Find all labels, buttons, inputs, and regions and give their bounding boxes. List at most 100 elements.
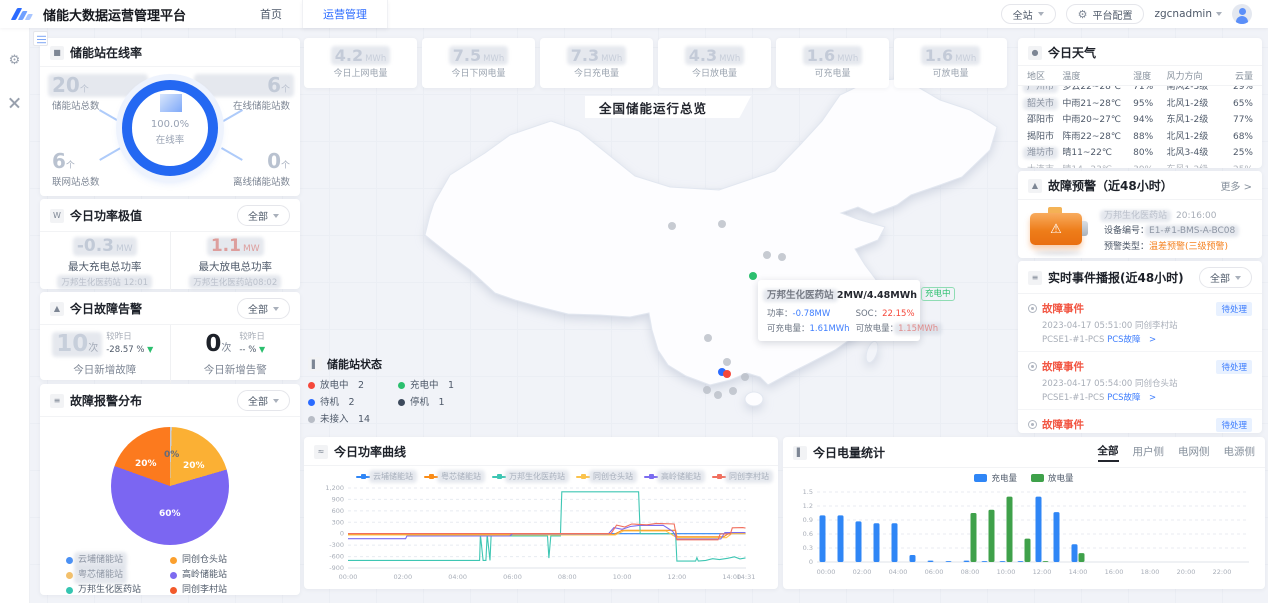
charge-bar[interactable] xyxy=(964,561,970,562)
pending-badge[interactable]: 待处理 xyxy=(1216,360,1252,374)
svg-text:06:00: 06:00 xyxy=(925,568,944,576)
power-curve-chart[interactable]: 1,2009006003000-300-600-90000:0002:0004:… xyxy=(310,482,772,586)
curve-legend-item[interactable]: 万邦生化医药站 xyxy=(492,471,565,482)
charge-bar[interactable] xyxy=(1054,512,1060,562)
status-legend-item: 放电中 2 xyxy=(308,377,398,394)
station-dot-gray[interactable] xyxy=(718,220,726,228)
more-link[interactable]: 更多 > xyxy=(1220,178,1252,193)
discharge-bar[interactable] xyxy=(1007,497,1013,562)
bar-legend-item[interactable]: 充电量 xyxy=(974,472,1017,484)
pie-legend-item[interactable]: 高岭储能站 xyxy=(170,568,274,583)
gauge-label: 在线率 xyxy=(156,132,185,146)
station-dot-gray[interactable] xyxy=(703,386,711,394)
curve-legend-item[interactable]: 高岭储能站 xyxy=(644,471,701,482)
gear-icon: ⚙ xyxy=(1078,9,1088,20)
fault-distribution-panel: ≡ 故障报警分布 全部 20%0%20%60% 云埔储能站同创仓头站粤芯储能站高… xyxy=(40,384,300,595)
bar-legend-item[interactable]: 放电量 xyxy=(1031,472,1074,484)
station-dot-red[interactable] xyxy=(723,370,731,378)
station-dot-gray[interactable] xyxy=(729,387,737,395)
curve-legend-item[interactable]: 同创李村站 xyxy=(712,471,769,482)
charge-bar[interactable] xyxy=(1072,544,1078,562)
pending-badge[interactable]: 待处理 xyxy=(1216,418,1252,432)
charge-bar[interactable] xyxy=(838,515,844,562)
charge-bar[interactable] xyxy=(910,555,916,562)
discharge-bar[interactable] xyxy=(989,510,995,562)
weather-cell: 大连市 xyxy=(1027,162,1062,169)
charge-bar[interactable] xyxy=(892,523,898,562)
user-menu[interactable]: zgcnadmin xyxy=(1154,8,1222,20)
platform-config-button[interactable]: ⚙ 平台配置 xyxy=(1066,4,1145,24)
charge-bar[interactable] xyxy=(982,561,988,562)
station-dot-gray[interactable] xyxy=(741,373,749,381)
status-dot xyxy=(398,399,405,406)
event-item[interactable]: 故障事件待处理2023-04-17 05:54:00 同创仓头站PCSE1-#1… xyxy=(1018,352,1262,410)
charge-bar[interactable] xyxy=(946,561,952,562)
charge-bar[interactable] xyxy=(1036,497,1042,562)
charge-bar[interactable] xyxy=(820,515,826,562)
tab-电网侧[interactable]: 电网侧 xyxy=(1178,444,1210,461)
event-item[interactable]: 故障事件待处理2023-04-17 05:51:00 同创李村站PCSE1-#1… xyxy=(1018,294,1262,352)
discharge-bar[interactable] xyxy=(1079,553,1085,562)
station-dot-green[interactable] xyxy=(749,272,757,280)
charge-bar[interactable] xyxy=(856,521,862,562)
station-dot-gray[interactable] xyxy=(714,391,722,399)
filter-select[interactable]: 全部 xyxy=(237,205,290,226)
curve-legend-item[interactable]: 云埔储能站 xyxy=(356,471,413,482)
filter-select[interactable]: 全部 xyxy=(237,298,290,319)
filter-select[interactable]: 全部 xyxy=(1199,267,1252,288)
station-dot-gray[interactable] xyxy=(778,253,786,261)
pie-slice-label: 20% xyxy=(183,461,205,471)
online-stat-label: 离线储能站数 xyxy=(198,174,290,188)
filter-select[interactable]: 全部 xyxy=(237,390,290,411)
station-dot-gray[interactable] xyxy=(723,358,731,366)
avatar[interactable] xyxy=(1232,4,1252,24)
collapse-panel-button[interactable] xyxy=(33,31,48,46)
tab-operations[interactable]: 运营管理 xyxy=(302,0,388,28)
legend-marker xyxy=(576,476,590,478)
fault-link[interactable]: PCS故障 > xyxy=(1107,335,1156,345)
kpi-label: 可充电量 xyxy=(814,66,850,79)
weather-cell: 25% xyxy=(1225,162,1253,169)
settings-icon[interactable]: ⚙ xyxy=(9,54,21,67)
event-icon xyxy=(1028,420,1037,429)
pie-legend-item[interactable]: 云埔储能站 xyxy=(66,553,170,568)
weather-cell: 韶关市 xyxy=(1027,96,1062,113)
fault-warning-panel: ▲ 故障预警（近48小时） 更多 > ⚠ 万邦生化医药站 20:16:00 设备… xyxy=(1018,171,1262,258)
close-icon[interactable] xyxy=(9,97,20,108)
pending-badge[interactable]: 待处理 xyxy=(1216,302,1252,316)
charge-bar[interactable] xyxy=(928,561,934,562)
left-rail: ⚙ xyxy=(0,28,30,603)
tab-电源侧[interactable]: 电源侧 xyxy=(1224,444,1256,461)
site-scope-select[interactable]: 全站 xyxy=(1001,4,1056,24)
curve-legend-item[interactable]: 粤芯储能站 xyxy=(424,471,481,482)
station-dot-gray[interactable] xyxy=(704,334,712,342)
weather-cell: 77% xyxy=(1225,112,1253,129)
pie-legend-item[interactable]: 同创李村站 xyxy=(170,583,274,598)
charge-bar[interactable] xyxy=(1018,561,1024,562)
broadcast-icon: ≡ xyxy=(1028,271,1042,285)
station-dot-gray[interactable] xyxy=(763,251,771,259)
power-extreme-item: 1.1MW最大放电总功率万邦生化医药站08:02 xyxy=(170,232,301,293)
pie-legend-item[interactable]: 粤芯储能站 xyxy=(66,568,170,583)
charge-bar[interactable] xyxy=(874,523,880,562)
discharge-bar[interactable] xyxy=(1025,539,1031,562)
discharge-bar[interactable] xyxy=(1043,561,1049,562)
event-item[interactable]: 故障事件待处理2023-04-17 11:15:00 高岭储能站PCSE1-#2… xyxy=(1018,410,1262,433)
tab-home[interactable]: 首页 xyxy=(240,0,302,28)
status-label: 未接入 14 xyxy=(320,411,370,428)
pie-legend-item[interactable]: 同创仓头站 xyxy=(170,553,274,568)
fault-link[interactable]: PCS故障 > xyxy=(1107,393,1156,403)
tab-用户侧[interactable]: 用户侧 xyxy=(1133,444,1165,461)
curve-legend-item[interactable]: 同创仓头站 xyxy=(576,471,633,482)
pie-slice-label: 60% xyxy=(159,509,181,519)
weather-cell: 中雨21~28℃ xyxy=(1062,96,1133,113)
china-map-area: 全国储能运行总览 ▌ 储能站状态 放电中 2充电中 1待机 2停机 1未接入 1… xyxy=(304,28,1012,433)
pie-legend-item[interactable]: 万邦生化医药站 xyxy=(66,583,170,598)
list-icon: ≡ xyxy=(50,394,64,408)
energy-bar-chart[interactable]: 00.30.60.91.21.500:0002:0004:0006:0008:0… xyxy=(787,484,1261,584)
station-dot-gray[interactable] xyxy=(668,222,676,230)
discharge-bar[interactable] xyxy=(971,513,977,562)
charge-bar[interactable] xyxy=(1000,561,1006,562)
tab-全部[interactable]: 全部 xyxy=(1098,443,1119,462)
svg-text:12:00: 12:00 xyxy=(1033,568,1052,576)
